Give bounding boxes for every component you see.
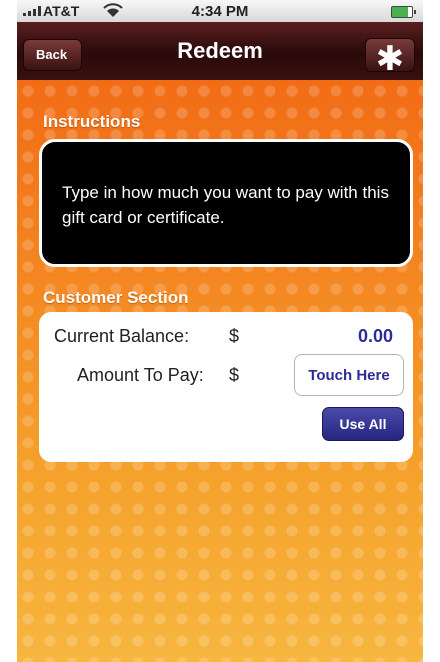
use-all-button[interactable]: Use All bbox=[322, 407, 404, 441]
amount-to-pay-input[interactable]: Touch Here bbox=[294, 354, 404, 396]
customer-section-header: Customer Section bbox=[43, 288, 189, 307]
asterisk-icon: ✱ bbox=[375, 40, 405, 78]
phone-screen: AT&T 4:34 PM Redeem Back ✱ Instructions … bbox=[17, 0, 423, 662]
asterisk-button[interactable]: ✱ bbox=[365, 38, 415, 78]
instructions-box: Type in how much you want to pay with th… bbox=[39, 139, 413, 267]
status-time: 4:34 PM bbox=[191, 3, 249, 20]
amount-to-pay-currency: $ bbox=[229, 365, 240, 385]
back-button[interactable]: Back bbox=[23, 39, 83, 71]
instructions-header: Instructions bbox=[43, 112, 141, 131]
navigation-bar: Redeem Back ✱ bbox=[17, 22, 423, 80]
current-balance-currency: $ bbox=[229, 326, 240, 346]
main-content: Instructions Type in how much you want t… bbox=[17, 80, 423, 662]
current-balance-value: 0.00 bbox=[357, 326, 393, 346]
customer-section-panel: Current Balance: $ 0.00 Amount To Pay: $… bbox=[39, 312, 413, 462]
battery-icon bbox=[391, 6, 416, 18]
instructions-text: Type in how much you want to pay with th… bbox=[62, 183, 389, 227]
amount-to-pay-label: Amount To Pay: bbox=[77, 365, 204, 385]
current-balance-label: Current Balance: bbox=[54, 326, 190, 346]
status-bar: AT&T 4:34 PM bbox=[17, 0, 423, 22]
